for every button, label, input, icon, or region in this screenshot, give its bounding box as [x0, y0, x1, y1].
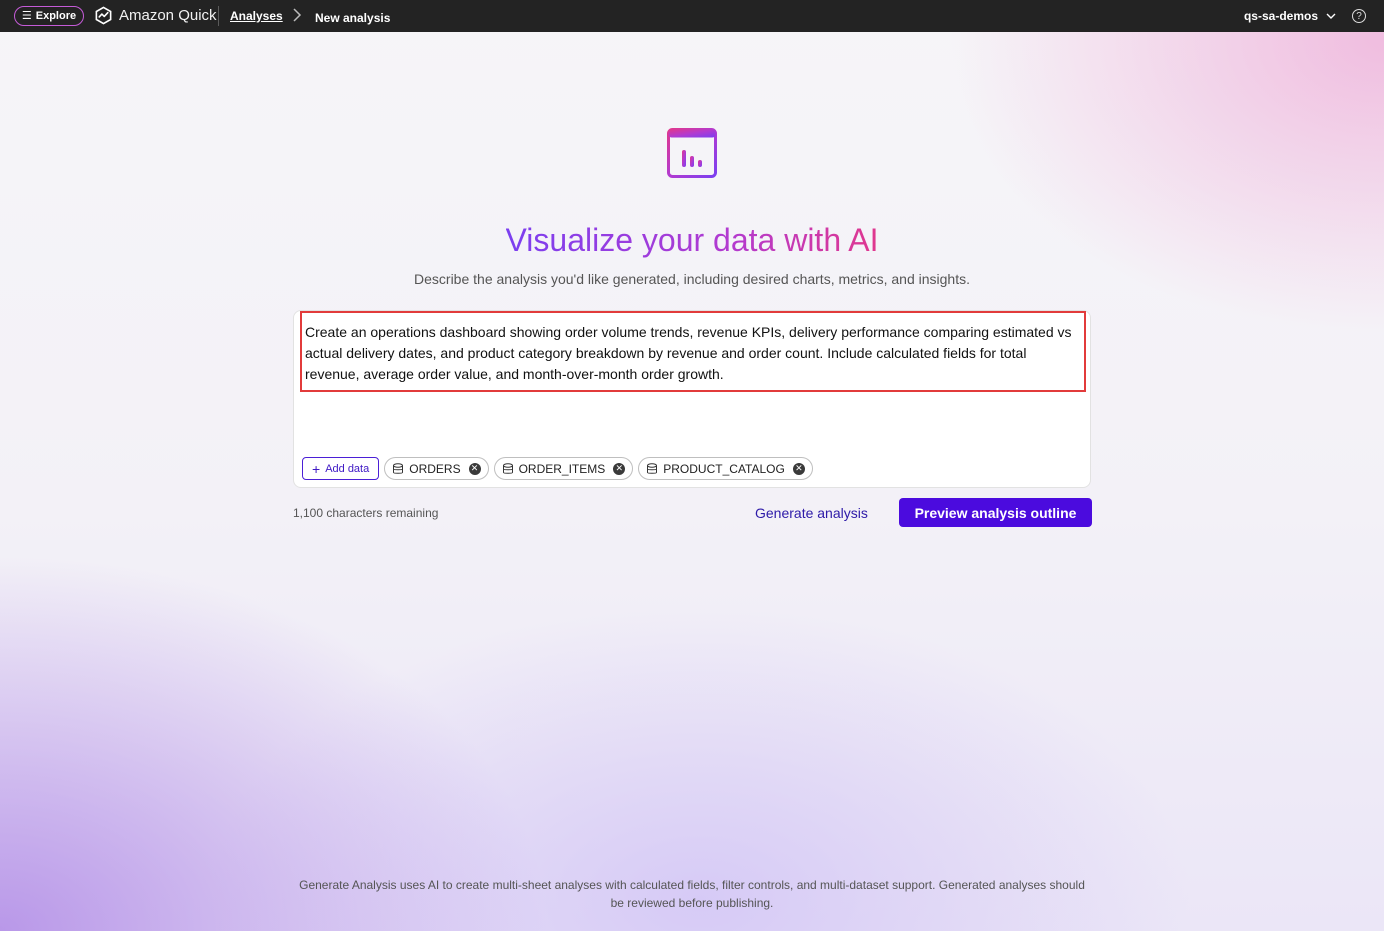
dataset-chip-product-catalog: PRODUCT_CATALOG ✕: [638, 457, 813, 480]
explore-button[interactable]: ☰ Explore: [14, 6, 84, 26]
page-title-text: Visualize your data with AI: [505, 222, 879, 258]
generate-analysis-button[interactable]: Generate analysis: [745, 500, 878, 526]
top-navigation-bar: ☰ Explore Amazon Quick Analyses New anal…: [0, 0, 1384, 32]
footer-disclaimer: Generate Analysis uses AI to create mult…: [299, 878, 1085, 910]
dataset-chip-label: ORDERS: [409, 461, 461, 476]
explore-label: Explore: [35, 10, 77, 22]
characters-remaining: 1,100 characters remaining: [293, 506, 439, 520]
database-icon: [647, 462, 658, 474]
chart-window-icon: [667, 128, 717, 178]
database-icon: [502, 462, 513, 474]
help-icon[interactable]: ?: [1352, 9, 1366, 23]
prompt-container: Create an operations dashboard showing o…: [293, 310, 1091, 488]
remove-icon[interactable]: ✕: [613, 462, 626, 475]
account-menu[interactable]: qs-sa-demos: [1244, 9, 1336, 23]
brand[interactable]: Amazon Quick: [94, 6, 217, 25]
brand-label: Amazon Quick: [119, 7, 217, 24]
page-title: Visualize your data with AI: [0, 222, 1384, 259]
prompt-textarea[interactable]: Create an operations dashboard showing o…: [300, 311, 1086, 392]
remove-icon[interactable]: ✕: [468, 462, 481, 475]
breadcrumb-current: New analysis: [315, 11, 391, 25]
dataset-chips: + Add data ORDERS ✕ ORDER_ITEMS ✕ PRODUC…: [302, 457, 813, 480]
add-data-button[interactable]: + Add data: [302, 457, 380, 480]
account-label: qs-sa-demos: [1243, 9, 1318, 23]
remove-icon[interactable]: ✕: [792, 462, 805, 475]
chevron-down-icon: [1326, 13, 1336, 19]
dataset-chip-orders: ORDERS ✕: [384, 457, 489, 480]
database-icon: [393, 462, 404, 474]
dataset-chip-order-items: ORDER_ITEMS ✕: [493, 457, 634, 480]
plus-icon: +: [312, 460, 321, 477]
preview-analysis-outline-button[interactable]: Preview analysis outline: [899, 498, 1092, 527]
help-glyph: ?: [1356, 10, 1362, 22]
dataset-chip-label: ORDER_ITEMS: [518, 461, 606, 476]
chevron-right-icon: [292, 8, 302, 25]
menu-icon: ☰: [21, 9, 32, 22]
amazon-quick-logo-icon: [95, 6, 112, 25]
topbar-divider: [218, 6, 219, 26]
add-data-label: Add data: [325, 462, 370, 475]
page-subtitle: Describe the analysis you'd like generat…: [414, 271, 970, 287]
breadcrumb-analyses-link[interactable]: Analyses: [230, 9, 283, 23]
dataset-chip-label: PRODUCT_CATALOG: [663, 461, 785, 476]
